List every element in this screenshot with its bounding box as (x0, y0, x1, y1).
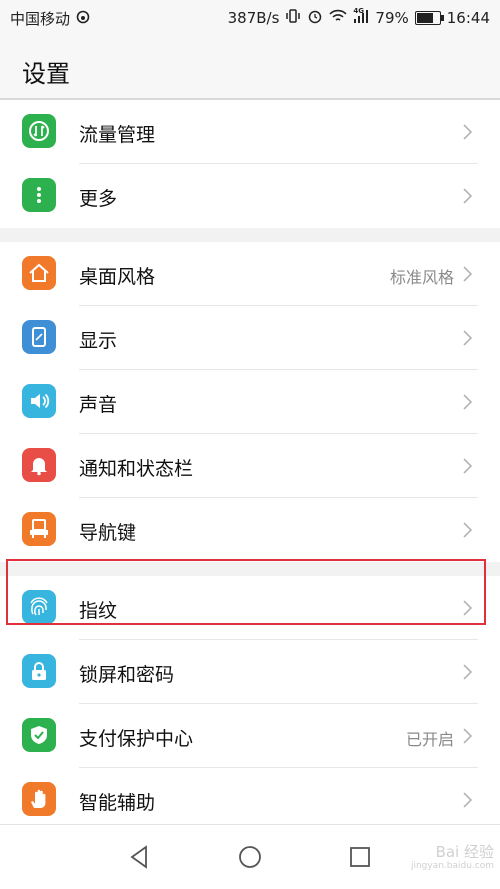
app-header: 设置 (0, 34, 500, 100)
settings-item-lock[interactable]: 锁屏和密码 (0, 640, 500, 704)
battery-icon (414, 11, 444, 25)
settings-item-nav-key[interactable]: 导航键 (0, 498, 500, 562)
watermark: Bai 经验 jingyan.baidu.com (411, 845, 494, 873)
settings-group: 流量管理 更多 (0, 100, 500, 228)
hd-icon (76, 10, 90, 28)
home-button[interactable] (234, 841, 266, 873)
settings-item-more[interactable]: 更多 (0, 164, 500, 228)
hand-icon (22, 782, 56, 816)
settings-item-label: 锁屏和密码 (79, 664, 175, 686)
sound-icon (22, 384, 56, 418)
chevron-right-icon (458, 328, 476, 348)
clock: 16:44 (446, 9, 490, 27)
settings-group: 桌面风格 标准风格显示声音通知和状态栏 导航键 (0, 242, 500, 562)
wifi-icon (329, 9, 348, 27)
chevron-right-icon (458, 598, 476, 618)
fingerprint-icon (22, 590, 56, 624)
alarm-icon (307, 8, 323, 28)
chevron-right-icon (458, 456, 476, 476)
vibrate-icon (285, 8, 301, 28)
settings-item-label: 显示 (79, 330, 118, 352)
traffic-icon (22, 114, 56, 148)
settings-item-hand[interactable]: 智能辅助 (0, 768, 500, 832)
settings-item-label: 通知和状态栏 (79, 458, 194, 480)
settings-item-label: 更多 (79, 188, 118, 210)
settings-list: 流量管理更多桌面风格 标准风格显示声音通知和状态栏 导航键指纹锁屏和密码支付保护中心… (0, 100, 500, 832)
status-bar: 中国移动 387B/s 4G 79% 16:44 (0, 0, 500, 34)
settings-item-fingerprint[interactable]: 指纹 (0, 576, 500, 640)
settings-item-label: 指纹 (79, 600, 118, 622)
settings-item-label: 导航键 (79, 522, 137, 544)
page-title: 设置 (22, 60, 70, 88)
chevron-right-icon (458, 264, 476, 284)
recents-button[interactable] (344, 841, 376, 873)
back-button[interactable] (124, 841, 156, 873)
display-icon (22, 320, 56, 354)
settings-item-value: 已开启 (405, 730, 454, 749)
group-gap (0, 562, 500, 576)
settings-item-label: 流量管理 (79, 124, 156, 146)
home-icon (22, 256, 56, 290)
watermark-line2: jingyan.baidu.com (410, 861, 494, 871)
chevron-right-icon (458, 790, 476, 810)
network-type-badge: 4G (353, 7, 365, 15)
settings-item-traffic[interactable]: 流量管理 (0, 100, 500, 164)
system-nav-bar: Bai 经验 jingyan.baidu.com (0, 824, 500, 889)
settings-item-shield[interactable]: 支付保护中心 已开启 (0, 704, 500, 768)
settings-item-home[interactable]: 桌面风格 标准风格 (0, 242, 500, 306)
group-gap (0, 228, 500, 242)
bell-icon (22, 448, 56, 482)
settings-item-sound[interactable]: 声音 (0, 370, 500, 434)
chevron-right-icon (458, 392, 476, 412)
battery-percent: 79% (375, 9, 409, 27)
shield-icon (22, 718, 56, 752)
nav-key-icon (22, 512, 56, 546)
settings-item-label: 支付保护中心 (79, 728, 194, 750)
chevron-right-icon (458, 520, 476, 540)
signal-icon: 4G (353, 7, 369, 27)
settings-item-display[interactable]: 显示 (0, 306, 500, 370)
settings-item-label: 智能辅助 (79, 792, 156, 814)
recents-square-icon (350, 847, 370, 867)
chevron-right-icon (458, 122, 476, 142)
settings-item-value: 标准风格 (389, 268, 454, 287)
chevron-right-icon (458, 662, 476, 682)
network-speed: 387B/s (227, 9, 280, 27)
settings-item-label: 声音 (79, 394, 118, 416)
chevron-right-icon (458, 186, 476, 206)
back-triangle-icon (130, 845, 147, 869)
lock-icon (22, 654, 56, 688)
settings-group: 指纹锁屏和密码支付保护中心 已开启智能辅助 (0, 576, 500, 832)
chevron-right-icon (458, 726, 476, 746)
carrier-label: 中国移动 (10, 10, 71, 28)
more-icon (22, 178, 56, 212)
settings-item-label: 桌面风格 (79, 266, 156, 288)
home-circle-icon (239, 846, 261, 868)
settings-item-bell[interactable]: 通知和状态栏 (0, 434, 500, 498)
